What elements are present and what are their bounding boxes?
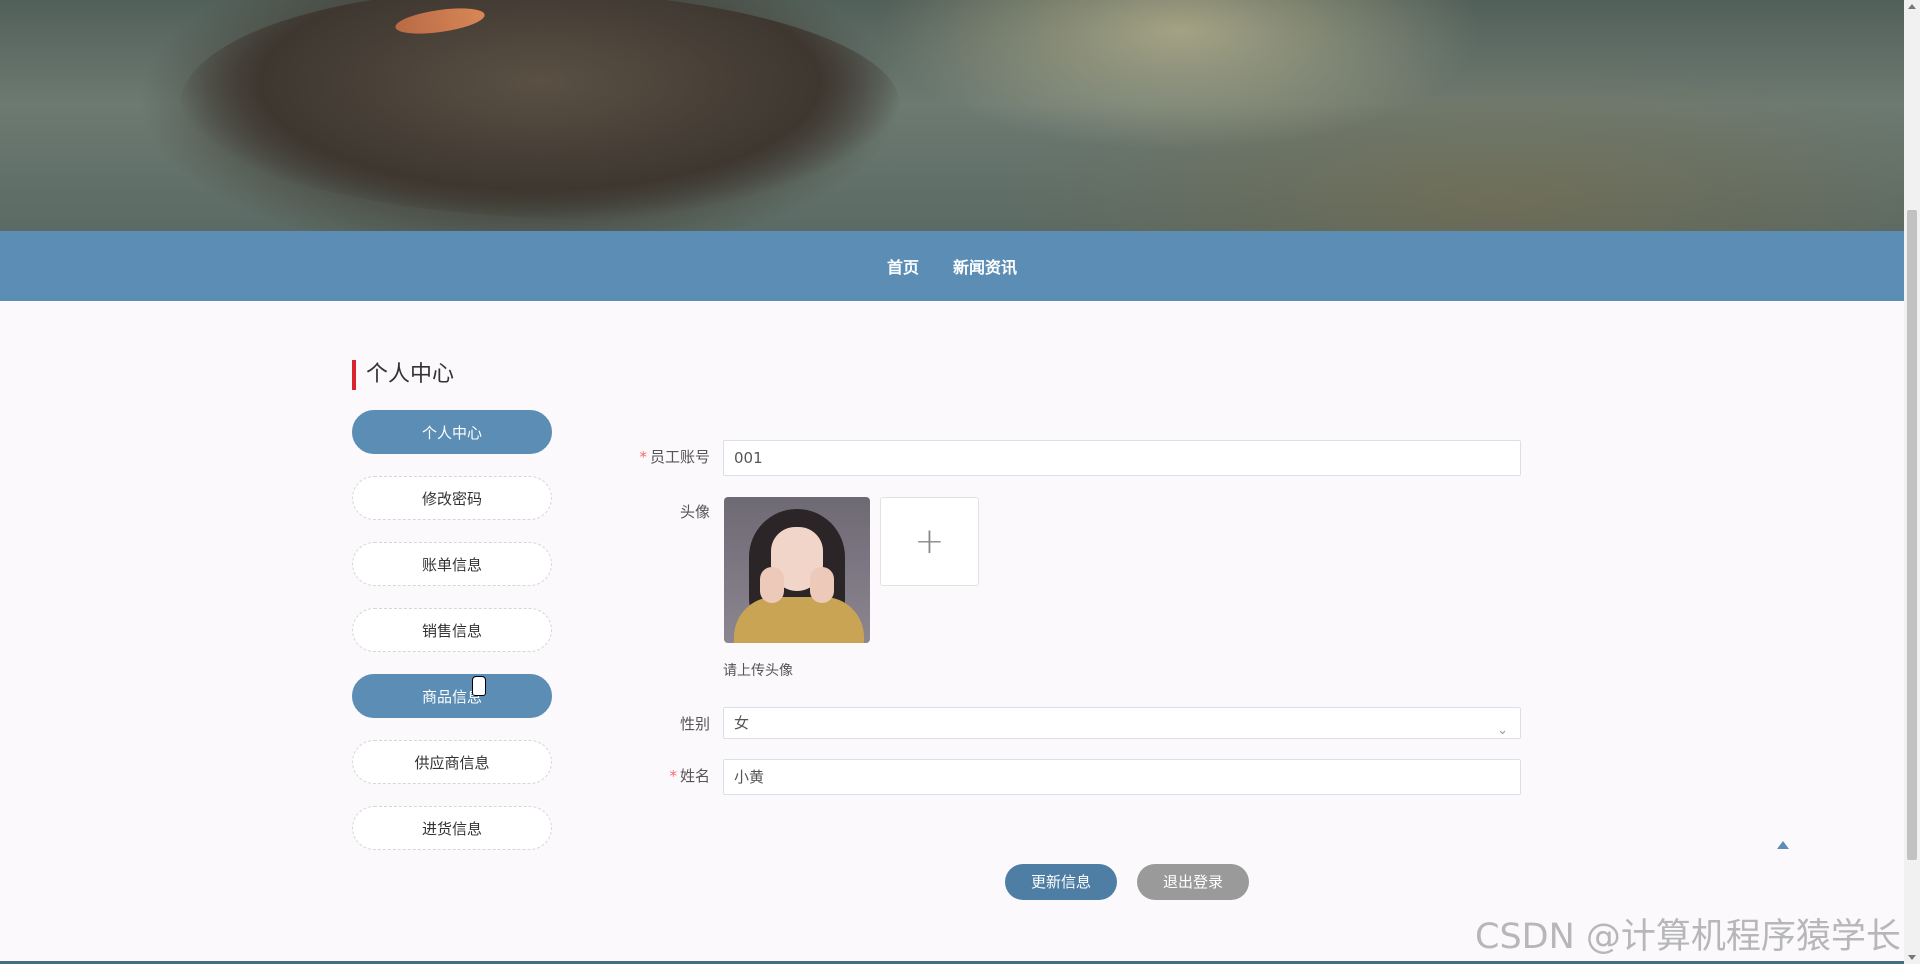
avatar-hand-right bbox=[810, 567, 834, 603]
scrollbar-thumb[interactable] bbox=[1907, 210, 1917, 860]
sidebar-item-suppliers[interactable]: 供应商信息 bbox=[352, 740, 552, 784]
avatar-label: 头像 bbox=[590, 501, 710, 522]
back-to-top-icon[interactable] bbox=[1777, 841, 1789, 849]
gender-select[interactable]: 女 ⌄ bbox=[723, 707, 1521, 739]
name-label-text: 姓名 bbox=[679, 767, 710, 785]
avatar-image bbox=[724, 497, 870, 643]
name-label: * 姓名 bbox=[590, 765, 710, 786]
required-mark: * bbox=[669, 767, 677, 785]
avatar-upload-button[interactable]: + bbox=[880, 497, 979, 586]
logout-button[interactable]: 退出登录 bbox=[1137, 864, 1249, 900]
page-scrollbar[interactable] bbox=[1904, 0, 1920, 964]
gender-label-text: 性别 bbox=[679, 715, 710, 733]
avatar-sweater bbox=[734, 597, 864, 643]
scroll-down-icon[interactable] bbox=[1908, 955, 1916, 960]
sidebar-item-change-password[interactable]: 修改密码 bbox=[352, 476, 552, 520]
mouse-cursor-icon bbox=[472, 676, 486, 696]
banner-rock bbox=[180, 0, 900, 220]
gender-value: 女 bbox=[734, 714, 750, 732]
account-label: * 员工账号 bbox=[590, 446, 710, 467]
sidebar-item-purchases[interactable]: 进货信息 bbox=[352, 806, 552, 850]
update-info-button[interactable]: 更新信息 bbox=[1005, 864, 1117, 900]
name-field[interactable]: 小黄 bbox=[723, 759, 1521, 795]
gender-label: 性别 bbox=[590, 713, 710, 734]
nav-home-link[interactable]: 首页 bbox=[887, 254, 919, 278]
name-value: 小黄 bbox=[734, 768, 765, 786]
plus-icon: + bbox=[914, 521, 945, 562]
required-mark: * bbox=[639, 448, 647, 466]
avatar-hand-left bbox=[760, 567, 784, 603]
scroll-up-icon[interactable] bbox=[1908, 4, 1916, 9]
nav-news-link[interactable]: 新闻资讯 bbox=[953, 254, 1017, 278]
avatar-label-text: 头像 bbox=[679, 503, 710, 521]
avatar-hint: 请上传头像 bbox=[723, 663, 793, 679]
sidebar-item-sales[interactable]: 销售信息 bbox=[352, 608, 552, 652]
account-label-text: 员工账号 bbox=[649, 448, 710, 466]
account-field[interactable]: 001 bbox=[723, 440, 1521, 476]
account-value: 001 bbox=[734, 449, 763, 467]
banner-image bbox=[0, 0, 1904, 231]
sidebar-item-products[interactable]: 商品信息 bbox=[352, 674, 552, 718]
section-title: 个人中心 bbox=[352, 360, 454, 390]
top-nav: 首页 新闻资讯 bbox=[0, 231, 1904, 301]
chevron-down-icon: ⌄ bbox=[1497, 723, 1508, 738]
watermark: CSDN @计算机程序猿学长 bbox=[1475, 917, 1901, 957]
sidebar-item-profile[interactable]: 个人中心 bbox=[352, 410, 552, 454]
sidebar-item-bills[interactable]: 账单信息 bbox=[352, 542, 552, 586]
